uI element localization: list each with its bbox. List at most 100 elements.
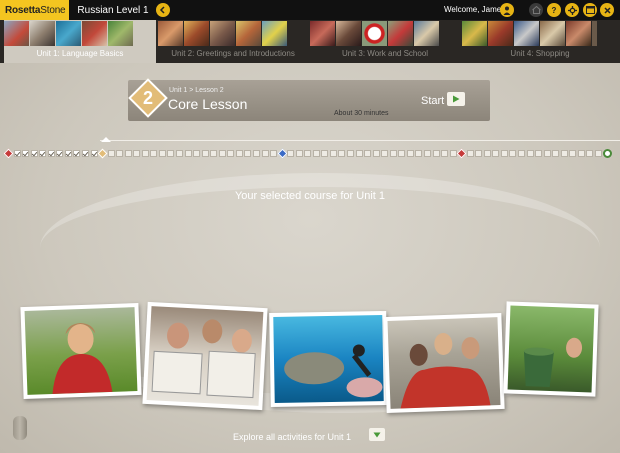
unit-thumbnail [30, 21, 55, 46]
activity-checkbox[interactable] [210, 150, 217, 157]
help-icon[interactable]: ? [547, 3, 561, 17]
activity-checkbox[interactable] [415, 150, 422, 157]
lesson-marker-icon[interactable] [3, 148, 14, 159]
activity-checkbox[interactable] [373, 150, 380, 157]
explore-activities-button[interactable] [369, 428, 385, 441]
activity-checkbox[interactable] [586, 150, 593, 157]
explore-activities-text[interactable]: Explore all activities for Unit 1 [233, 432, 351, 442]
activity-checkbox[interactable] [125, 150, 132, 157]
activity-checkbox[interactable] [381, 150, 388, 157]
activity-photo-underwater[interactable] [269, 310, 388, 408]
activity-checkbox[interactable] [578, 150, 585, 157]
activity-photo-newspaper[interactable] [142, 301, 268, 411]
activity-checkbox[interactable] [31, 150, 38, 157]
settings-icon[interactable] [565, 3, 579, 17]
activity-checkbox[interactable] [287, 150, 294, 157]
tab-unit-1[interactable]: Unit 1: Language Basics [4, 20, 156, 63]
activity-photo-drink[interactable] [503, 301, 599, 397]
activity-checkbox[interactable] [364, 150, 371, 157]
chevron-down-icon [373, 432, 381, 437]
activity-checkbox[interactable] [347, 150, 354, 157]
activity-checkbox[interactable] [527, 150, 534, 157]
back-icon[interactable] [156, 3, 170, 17]
activity-checkbox[interactable] [244, 150, 251, 157]
tab-unit-4[interactable]: Unit 4: Shopping [462, 20, 618, 63]
tab-unit-2[interactable]: Unit 2: Greetings and Introductions [158, 20, 308, 63]
activity-checkbox[interactable] [185, 150, 192, 157]
activity-checkbox[interactable] [219, 150, 226, 157]
activity-checkbox[interactable] [82, 150, 89, 157]
activity-photo-child[interactable] [20, 302, 142, 400]
activity-checkbox[interactable] [65, 150, 72, 157]
activity-checkbox[interactable] [424, 150, 431, 157]
activity-checkbox[interactable] [321, 150, 328, 157]
activity-checkbox[interactable] [518, 150, 525, 157]
top-bar: Rosetta Stone Russian Level 1 [0, 0, 620, 20]
activity-checkbox[interactable] [569, 150, 576, 157]
activity-checkbox[interactable] [133, 150, 140, 157]
activity-checkbox[interactable] [73, 150, 80, 157]
activity-checkbox[interactable] [14, 150, 21, 157]
activity-checkbox[interactable] [296, 150, 303, 157]
activity-checkbox[interactable] [492, 150, 499, 157]
course-title: Russian Level 1 [77, 4, 149, 16]
activity-checkbox[interactable] [552, 150, 559, 157]
home-icon [529, 3, 543, 17]
activity-checkbox[interactable] [227, 150, 234, 157]
start-button[interactable] [447, 92, 465, 106]
rosetta-stone-logo: Rosetta Stone [0, 0, 70, 20]
activity-checkbox[interactable] [398, 150, 405, 157]
activity-checkbox[interactable] [304, 150, 311, 157]
activity-checkbox[interactable] [535, 150, 542, 157]
lesson-marker-icon[interactable] [97, 148, 108, 159]
close-icon[interactable] [600, 3, 614, 17]
activity-checkbox[interactable] [270, 150, 277, 157]
activity-checkbox[interactable] [330, 150, 337, 157]
window-icon[interactable] [583, 3, 597, 17]
lesson-marker-icon[interactable] [277, 148, 288, 159]
activity-checkbox[interactable] [116, 150, 123, 157]
activity-checkbox[interactable] [595, 150, 602, 157]
activity-checkbox[interactable] [56, 150, 63, 157]
lesson-marker-icon[interactable] [456, 148, 467, 159]
user-icon[interactable] [500, 3, 514, 17]
activity-checkbox[interactable] [253, 150, 260, 157]
activity-checkbox[interactable] [356, 150, 363, 157]
unit-label: Unit 2: Greetings and Introductions [171, 49, 295, 58]
unit-label: Unit 3: Work and School [341, 49, 429, 58]
activity-checkbox[interactable] [467, 150, 474, 157]
activity-checkbox[interactable] [176, 150, 183, 157]
activity-checkbox[interactable] [159, 150, 166, 157]
unit-thumbnail [108, 21, 133, 46]
activity-checkbox[interactable] [48, 150, 55, 157]
activity-checkbox[interactable] [484, 150, 491, 157]
activity-checkbox[interactable] [441, 150, 448, 157]
activity-checkbox[interactable] [150, 150, 157, 157]
unit-thumbnail [210, 21, 235, 46]
activity-checkbox[interactable] [544, 150, 551, 157]
unit-thumbnail [414, 21, 439, 46]
activity-checkbox[interactable] [407, 150, 414, 157]
activity-checkbox[interactable] [390, 150, 397, 157]
activity-checkbox[interactable] [509, 150, 516, 157]
microphone-icon[interactable] [13, 416, 27, 440]
activity-checkbox[interactable] [313, 150, 320, 157]
activity-checkbox[interactable] [561, 150, 568, 157]
activity-checkbox[interactable] [475, 150, 482, 157]
activity-checkbox[interactable] [202, 150, 209, 157]
activity-checkbox[interactable] [193, 150, 200, 157]
activity-checkbox[interactable] [167, 150, 174, 157]
activity-checkbox[interactable] [236, 150, 243, 157]
activity-checkbox[interactable] [142, 150, 149, 157]
activity-checkbox[interactable] [338, 150, 345, 157]
activity-checkbox[interactable] [39, 150, 46, 157]
start-label[interactable]: Start [421, 95, 444, 107]
activity-checkbox[interactable] [108, 150, 115, 157]
activity-checkbox[interactable] [433, 150, 440, 157]
tab-unit-3[interactable]: Unit 3: Work and School [310, 20, 460, 63]
activity-checkbox[interactable] [22, 150, 29, 157]
activity-checkbox[interactable] [501, 150, 508, 157]
course-end-icon[interactable] [603, 149, 612, 158]
activity-checkbox[interactable] [262, 150, 269, 157]
activity-photo-group[interactable] [383, 312, 505, 414]
